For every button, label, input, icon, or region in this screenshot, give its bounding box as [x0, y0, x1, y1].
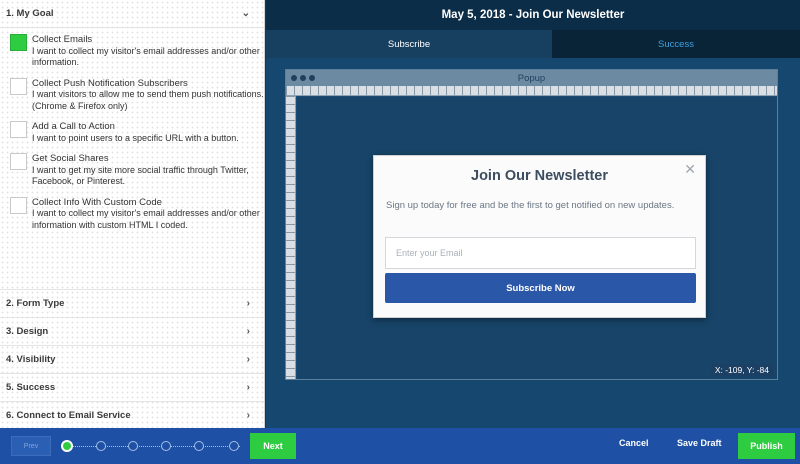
- chevron-right-icon: ›: [246, 382, 250, 393]
- goal-title: Get Social Shares: [32, 153, 109, 164]
- popup-description: Sign up today for free and be the first …: [386, 200, 675, 211]
- subscribe-button[interactable]: Subscribe Now: [385, 273, 696, 303]
- step-indicator[interactable]: [96, 441, 106, 451]
- section-email-service[interactable]: 6. Connect to Email Service ›: [0, 401, 264, 429]
- chevron-right-icon: ›: [246, 326, 250, 337]
- goal-checkbox[interactable]: [10, 153, 27, 170]
- goal-checkbox[interactable]: [10, 34, 27, 51]
- goal-title: Collect Emails: [32, 34, 93, 45]
- section-label: 3. Design: [6, 326, 49, 337]
- section-visibility[interactable]: 4. Visibility ›: [0, 345, 264, 373]
- section-my-goal-label: 1. My Goal: [6, 8, 54, 19]
- window-title: Popup: [517, 72, 546, 84]
- section-label: 4. Visibility: [6, 354, 56, 365]
- goal-title: Add a Call to Action: [32, 121, 115, 132]
- sidebar: 1. My Goal ⌄ Collect Emails I want to co…: [0, 0, 265, 428]
- tab-success[interactable]: Success: [552, 30, 800, 58]
- goal-checkbox[interactable]: [10, 121, 27, 138]
- goal-description: I want to point users to a specific URL …: [32, 132, 239, 143]
- view-tabs: Subscribe Success: [266, 30, 800, 58]
- ruler-horizontal: [286, 86, 777, 96]
- goal-push-notifications[interactable]: Collect Push Notification Subscribers I …: [10, 77, 264, 113]
- goal-description: I want to get my site more social traffi…: [32, 164, 249, 187]
- preview-button[interactable]: Prev: [11, 436, 51, 456]
- chevron-right-icon: ›: [246, 354, 250, 365]
- goal-collect-emails[interactable]: Collect Emails I want to collect my visi…: [10, 34, 264, 69]
- section-design[interactable]: 3. Design ›: [0, 317, 264, 345]
- goal-checkbox[interactable]: [10, 196, 27, 214]
- goal-custom-code[interactable]: Collect Info With Custom Code I want to …: [10, 196, 264, 232]
- popup-title: Join Our Newsletter: [471, 168, 608, 184]
- save-draft-button[interactable]: Save Draft: [677, 438, 722, 448]
- goal-checkbox[interactable]: [10, 77, 27, 95]
- goal-title: Collect Push Notification Subscribers: [32, 77, 188, 89]
- goal-description: I want to collect my visitor's email add…: [32, 208, 260, 230]
- page-title: May 5, 2018 - Join Our Newsletter: [266, 0, 800, 30]
- step-progress: [62, 446, 240, 447]
- step-indicator[interactable]: [229, 441, 239, 451]
- goal-description: I want to collect my visitor's email add…: [32, 45, 260, 68]
- section-form-type[interactable]: 2. Form Type ›: [0, 289, 264, 317]
- section-success[interactable]: 5. Success ›: [0, 373, 264, 401]
- step-indicator[interactable]: [61, 440, 73, 452]
- section-my-goal[interactable]: 1. My Goal ⌄: [0, 0, 264, 28]
- goal-title: Collect Info With Custom Code: [32, 196, 162, 208]
- step-indicator[interactable]: [128, 441, 138, 451]
- section-label: 5. Success: [6, 382, 56, 393]
- section-label: 6. Connect to Email Service: [6, 410, 131, 421]
- section-list: 2. Form Type › 3. Design › 4. Visibility…: [0, 289, 264, 429]
- ruler-vertical: [286, 96, 296, 379]
- tab-subscribe[interactable]: Subscribe: [266, 30, 552, 58]
- chevron-down-icon[interactable]: ⌄: [242, 8, 250, 19]
- step-indicator[interactable]: [194, 441, 204, 451]
- next-button[interactable]: Next: [250, 433, 296, 459]
- footer-bar: Prev Next Cancel Save Draft Publish: [0, 428, 800, 464]
- publish-button[interactable]: Publish: [738, 433, 795, 459]
- step-indicator[interactable]: [161, 441, 171, 451]
- cancel-button[interactable]: Cancel: [619, 438, 649, 448]
- cursor-coordinates: X: -109, Y: -84: [710, 364, 773, 376]
- email-field[interactable]: [385, 237, 696, 269]
- newsletter-popup[interactable]: ✕ Join Our Newsletter Sign up today for …: [373, 155, 706, 318]
- window-titlebar: Popup: [286, 70, 777, 86]
- goal-description: I want visitors to allow me to send them…: [32, 89, 264, 111]
- goal-list: Collect Emails I want to collect my visi…: [0, 28, 264, 231]
- goal-call-to-action[interactable]: Add a Call to Action I want to point use…: [10, 121, 264, 144]
- section-label: 2. Form Type: [6, 298, 65, 309]
- goal-social-shares[interactable]: Get Social Shares I want to get my site …: [10, 153, 264, 188]
- chevron-right-icon: ›: [246, 298, 250, 309]
- chevron-right-icon: ›: [246, 410, 250, 421]
